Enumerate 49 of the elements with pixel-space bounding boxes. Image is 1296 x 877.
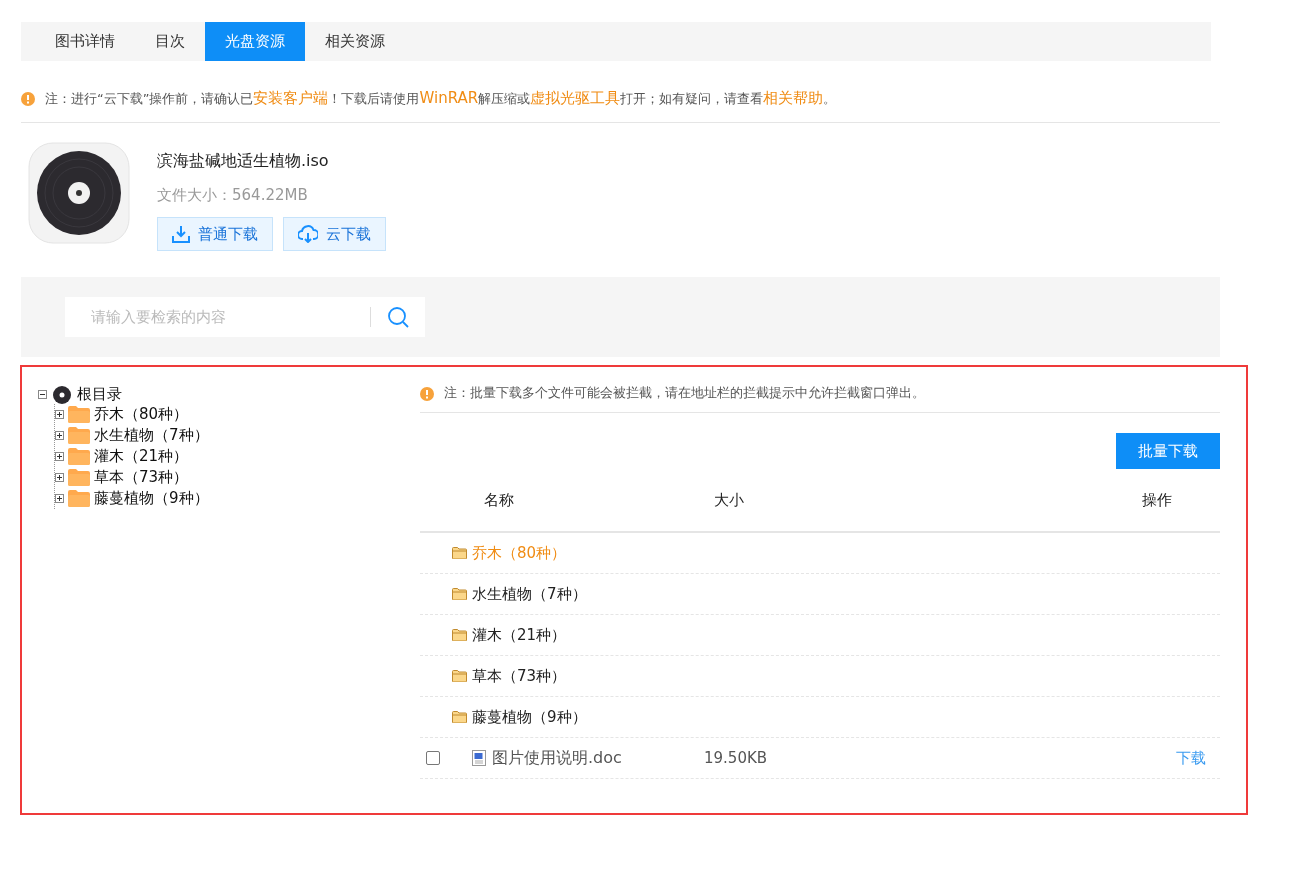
- folder-icon: [452, 670, 467, 682]
- tab[interactable]: 目次: [135, 22, 205, 61]
- column-header: 大小: [713, 490, 745, 510]
- tree-item[interactable]: 灌木（21种）: [94, 447, 189, 466]
- search-icon[interactable]: [387, 306, 409, 328]
- file-size: 19.50KB: [704, 749, 769, 767]
- folder-icon: [452, 588, 467, 600]
- tab[interactable]: 图书详情: [35, 22, 135, 61]
- document-icon: [472, 750, 486, 766]
- expand-icon[interactable]: [55, 431, 64, 440]
- expand-icon[interactable]: [55, 410, 64, 419]
- notice-text: 注：批量下载多个文件可能会被拦截，请在地址栏的拦截提示中允许拦截窗口弹出。: [444, 385, 925, 402]
- folder-link[interactable]: 水生植物（7种）: [472, 584, 587, 604]
- column-header: 操作: [1142, 490, 1173, 510]
- tree-item[interactable]: 乔木（80种）: [94, 405, 189, 424]
- tree-item[interactable]: 草本（73种）: [94, 468, 189, 487]
- folder-icon: [68, 490, 90, 507]
- folder-link[interactable]: 草本（73种）: [472, 666, 567, 686]
- tree-item[interactable]: 藤蔓植物（9种）: [94, 489, 209, 508]
- file-size: 文件大小：564.22MB: [157, 186, 309, 205]
- download-button[interactable]: 普通下载: [157, 217, 273, 251]
- folder-link[interactable]: 灌木（21种）: [472, 625, 567, 645]
- folder-icon: [68, 427, 90, 444]
- cloud-download-button[interactable]: 云下载: [283, 217, 386, 251]
- notice-text: 注：进行“云下载”操作前，请确认已安装客户端！下载后请使用WinRAR解压缩或虚拟光驱工具打开；如有疑问，请查看相关帮助。: [45, 89, 837, 108]
- collapse-icon[interactable]: [38, 390, 47, 399]
- folder-icon: [68, 448, 90, 465]
- tab[interactable]: 相关资源: [305, 22, 405, 61]
- download-icon: [172, 225, 190, 243]
- file-name: 图片使用说明.doc: [492, 747, 623, 769]
- checkbox[interactable]: [426, 751, 440, 765]
- folder-icon: [68, 469, 90, 486]
- file-name: 滨海盐碱地适生植物.iso: [157, 151, 330, 172]
- folder-icon: [452, 629, 467, 641]
- column-header: 名称: [483, 490, 515, 510]
- folder-icon: [452, 711, 467, 723]
- expand-icon[interactable]: [55, 494, 64, 503]
- folder-link[interactable]: 藤蔓植物（9种）: [472, 707, 587, 727]
- cloud-download-icon: [298, 225, 318, 243]
- folder-icon: [68, 406, 90, 423]
- expand-icon[interactable]: [55, 473, 64, 482]
- folder-icon: [452, 547, 467, 559]
- warning-icon: [21, 91, 35, 106]
- tree-item[interactable]: 根目录: [77, 385, 122, 404]
- search-field[interactable]: 请输入要检索的内容: [65, 297, 425, 337]
- tree-item[interactable]: 水生植物（7种）: [94, 426, 209, 445]
- expand-icon[interactable]: [55, 452, 64, 461]
- disc-icon: [53, 385, 71, 404]
- warning-icon: [420, 386, 434, 401]
